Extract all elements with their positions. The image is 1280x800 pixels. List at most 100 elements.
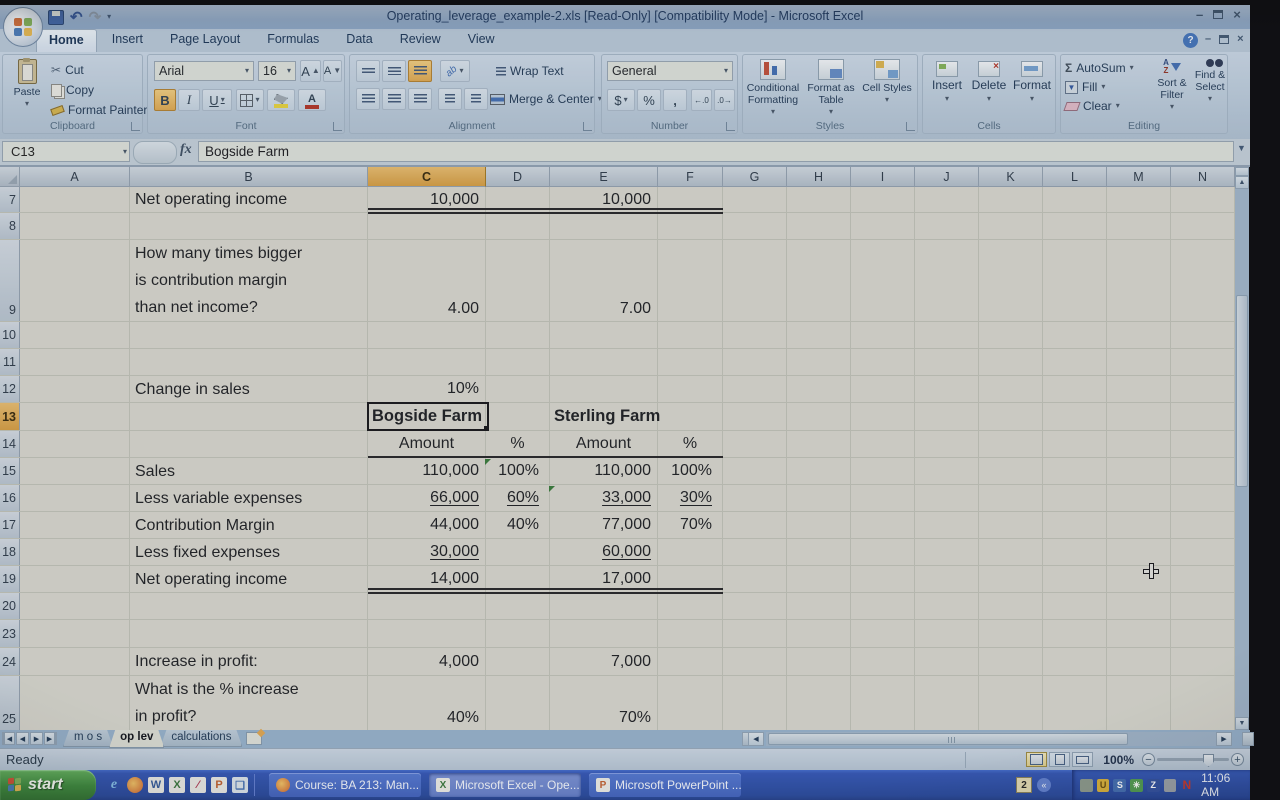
task-firefox-course[interactable]: Course: BA 213: Man... <box>269 773 421 797</box>
cells-G17-N17[interactable] <box>723 512 1235 538</box>
start-button[interactable]: start <box>0 770 96 800</box>
cell-E25[interactable]: 70% <box>550 676 658 730</box>
word-icon[interactable]: W <box>148 777 164 793</box>
font-size-combo[interactable]: 16▾ <box>258 61 296 81</box>
cell-C18[interactable]: 30,000 <box>368 539 486 565</box>
horizontal-scroll-thumb[interactable] <box>768 733 1128 745</box>
cell-D8[interactable] <box>486 213 550 239</box>
paste-button[interactable]: Paste ▾ <box>6 59 48 108</box>
cell-C9[interactable]: 4.00 <box>368 240 486 321</box>
borders-button[interactable]: ▾ <box>236 89 264 111</box>
cell-F7[interactable] <box>658 187 723 212</box>
row-header-9[interactable]: 9 <box>0 240 20 321</box>
internet-explorer-icon[interactable]: e <box>106 777 122 793</box>
cell-B17[interactable]: Contribution Margin <box>130 512 368 538</box>
minimize-button[interactable]: – <box>1196 8 1203 21</box>
percent-style-button[interactable]: % <box>637 89 661 111</box>
cell-F20[interactable] <box>658 593 723 619</box>
cell-E17[interactable]: 77,000 <box>550 512 658 538</box>
bold-button[interactable]: B <box>154 89 176 111</box>
cell-A18[interactable] <box>20 539 130 565</box>
cell-E9[interactable]: 7.00 <box>550 240 658 321</box>
row-header-24[interactable]: 24 <box>0 648 20 675</box>
cell-C11[interactable] <box>368 349 486 375</box>
cell-A13[interactable] <box>20 403 130 430</box>
cell-A16[interactable] <box>20 485 130 511</box>
cell-B20[interactable] <box>130 593 368 619</box>
tab-page-layout[interactable]: Page Layout <box>158 29 252 52</box>
row-header-16[interactable]: 16 <box>0 485 20 511</box>
tab-view[interactable]: View <box>456 29 507 52</box>
cell-A11[interactable] <box>20 349 130 375</box>
comma-style-button[interactable]: , <box>663 89 687 111</box>
cell-C7[interactable]: 10,000 <box>368 187 486 212</box>
cell-E8[interactable] <box>550 213 658 239</box>
cell-A8[interactable] <box>20 213 130 239</box>
cells-G20-N20[interactable] <box>723 593 1235 619</box>
tab-formulas[interactable]: Formulas <box>255 29 331 52</box>
alignment-dialog-launcher[interactable] <box>583 122 592 131</box>
cell-D12[interactable] <box>486 376 550 402</box>
zoom-out-button[interactable]: − <box>1142 753 1155 766</box>
column-header-h[interactable]: H <box>787 167 851 187</box>
number-dialog-launcher[interactable] <box>726 122 735 131</box>
page-break-view-button[interactable] <box>1072 752 1093 767</box>
cells-G7-N7[interactable] <box>723 187 1235 212</box>
cell-E19[interactable]: 17,000 <box>550 566 658 592</box>
format-cells-button[interactable]: Format ▾ <box>1011 61 1053 103</box>
find-select-button[interactable]: Find & Select ▾ <box>1193 59 1227 103</box>
zoom-slider-thumb[interactable] <box>1203 754 1214 767</box>
align-right-button[interactable] <box>408 88 432 110</box>
tray-icon-3[interactable]: S <box>1113 779 1126 792</box>
cells-G8-N8[interactable] <box>723 213 1235 239</box>
align-bottom-button[interactable] <box>408 60 432 82</box>
first-sheet-icon[interactable]: ◀ <box>2 732 15 745</box>
autosum-button[interactable]: Σ AutoSum ▾ <box>1065 61 1134 75</box>
hscroll-left-icon[interactable]: ◀ <box>748 732 764 746</box>
insert-function-icon[interactable]: fx <box>180 142 192 158</box>
cell-C15[interactable]: 110,000 <box>368 458 486 484</box>
underline-button[interactable]: U▾ <box>202 89 232 111</box>
column-header-i[interactable]: I <box>851 167 915 187</box>
page-layout-view-button[interactable] <box>1049 752 1070 767</box>
cell-D16[interactable]: 60% <box>486 485 550 511</box>
align-top-button[interactable] <box>356 60 380 82</box>
sheet-tab-calculations[interactable]: calculations <box>160 730 242 747</box>
row-header-17[interactable]: 17 <box>0 512 20 538</box>
cell-E15[interactable]: 110,000 <box>550 458 658 484</box>
next-sheet-icon[interactable]: ▶ <box>30 732 43 745</box>
cell-C14[interactable]: Amount <box>368 431 486 457</box>
cell-F24[interactable] <box>658 648 723 675</box>
fill-button[interactable]: ▼ Fill ▾ <box>1065 80 1105 94</box>
row-header-25[interactable]: 25 <box>0 676 20 730</box>
cells-G16-N16[interactable] <box>723 485 1235 511</box>
cells-G9-N9[interactable] <box>723 240 1235 321</box>
row-header-20[interactable]: 20 <box>0 593 20 619</box>
cell-B18[interactable]: Less fixed expenses <box>130 539 368 565</box>
cell-A14[interactable] <box>20 431 130 457</box>
vertical-scroll-thumb[interactable] <box>1236 295 1248 487</box>
cell-F23[interactable] <box>658 620 723 647</box>
cell-E20[interactable] <box>550 593 658 619</box>
conditional-formatting-button[interactable]: Conditional Formatting ▾ <box>745 59 801 116</box>
cell-C16[interactable]: 66,000 <box>368 485 486 511</box>
merge-center-button[interactable]: Merge & Center ▾ <box>490 92 602 106</box>
row-header-18[interactable]: 18 <box>0 539 20 565</box>
column-header-k[interactable]: K <box>979 167 1043 187</box>
cell-C20[interactable] <box>368 593 486 619</box>
hscroll-right-icon[interactable]: ▶ <box>1216 732 1232 746</box>
cells-G14-N14[interactable] <box>723 431 1235 457</box>
cell-A24[interactable] <box>20 648 130 675</box>
tray-icon-4[interactable]: ✳ <box>1130 779 1143 792</box>
column-header-j[interactable]: J <box>915 167 979 187</box>
number-format-combo[interactable]: General▾ <box>607 61 733 81</box>
font-dialog-launcher[interactable] <box>333 122 342 131</box>
sheet-tab-op-lev[interactable]: op lev <box>109 730 164 748</box>
cell-F8[interactable] <box>658 213 723 239</box>
align-center-button[interactable] <box>382 88 406 110</box>
cell-B25[interactable]: What is the % increase in profit? <box>130 676 368 730</box>
cell-B8[interactable] <box>130 213 368 239</box>
cell-F16[interactable]: 30% <box>658 485 723 511</box>
zoom-in-button[interactable]: + <box>1231 753 1244 766</box>
powerpoint-icon[interactable]: P <box>211 777 227 793</box>
